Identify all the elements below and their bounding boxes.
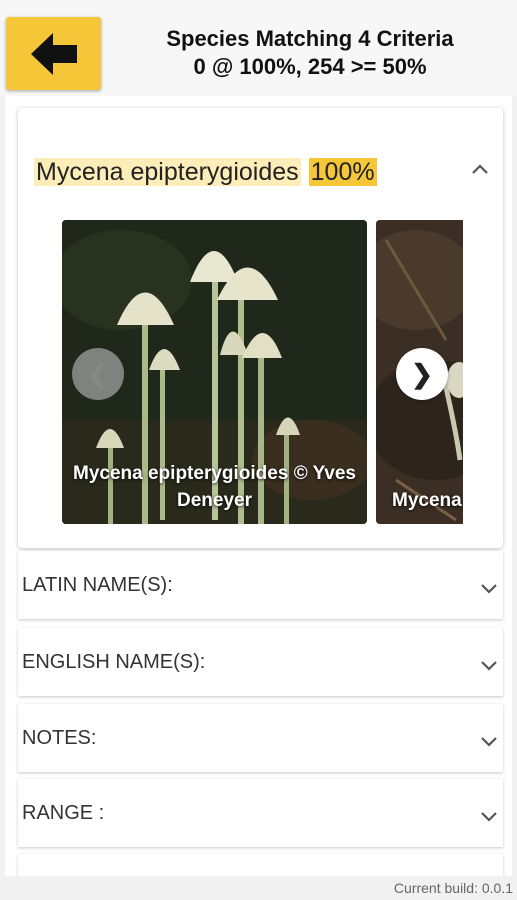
- species-name: Mycena epipterygioides: [34, 158, 301, 186]
- section-range[interactable]: RANGE :: [18, 779, 503, 847]
- species-card: Mycena epipterygioides 100% Mycena epipt…: [18, 108, 503, 548]
- top-bar: Species Matching 4 Criteria 0 @ 100%, 25…: [0, 0, 517, 96]
- page-subtitle: 0 @ 100%, 254 >= 50%: [193, 54, 427, 79]
- species-title[interactable]: Mycena epipterygioides 100%: [34, 156, 377, 188]
- page-title: Species Matching 4 Criteria: [166, 26, 454, 51]
- back-button[interactable]: [6, 17, 101, 90]
- section-notes[interactable]: NOTES:: [18, 704, 503, 772]
- page-header: Species Matching 4 Criteria 0 @ 100%, 25…: [110, 25, 510, 81]
- section-latin-names[interactable]: LATIN NAME(S):: [18, 551, 503, 619]
- chevron-down-icon: [479, 655, 499, 675]
- section-label: ENGLISH NAME(S):: [22, 650, 206, 673]
- build-info: Current build: 0.0.1: [393, 880, 513, 896]
- chevron-down-icon: [479, 806, 499, 826]
- match-percent-badge: 100%: [308, 158, 377, 186]
- carousel-prev-button[interactable]: ❮: [72, 348, 124, 400]
- chevron-down-icon: [479, 731, 499, 751]
- section-english-names[interactable]: ENGLISH NAME(S):: [18, 628, 503, 696]
- slide-caption: Mycena epipterygioides © Yves Deneyer: [73, 463, 356, 511]
- chevron-down-icon: [479, 578, 499, 598]
- results-panel: Mycena epipterygioides 100% Mycena epipt…: [5, 96, 512, 876]
- carousel-slide[interactable]: Mycena epipterygioides © Yves Deneyer ❮: [62, 220, 367, 524]
- chevron-left-icon: ❮: [87, 358, 109, 389]
- chevron-right-icon: ❯: [411, 358, 433, 389]
- slide-caption: Mycena S: [392, 490, 463, 511]
- section-label: RANGE :: [22, 801, 105, 824]
- carousel-next-button[interactable]: ❯: [396, 348, 448, 400]
- section-label: NOTES:: [22, 726, 97, 749]
- collapse-button[interactable]: [463, 152, 497, 186]
- section-label: LATIN NAME(S):: [22, 573, 173, 596]
- section-more[interactable]: [18, 854, 503, 876]
- chevron-up-icon: [472, 164, 488, 174]
- image-carousel[interactable]: Mycena epipterygioides © Yves Deneyer ❮ …: [62, 220, 463, 524]
- arrow-left-icon: [30, 32, 77, 75]
